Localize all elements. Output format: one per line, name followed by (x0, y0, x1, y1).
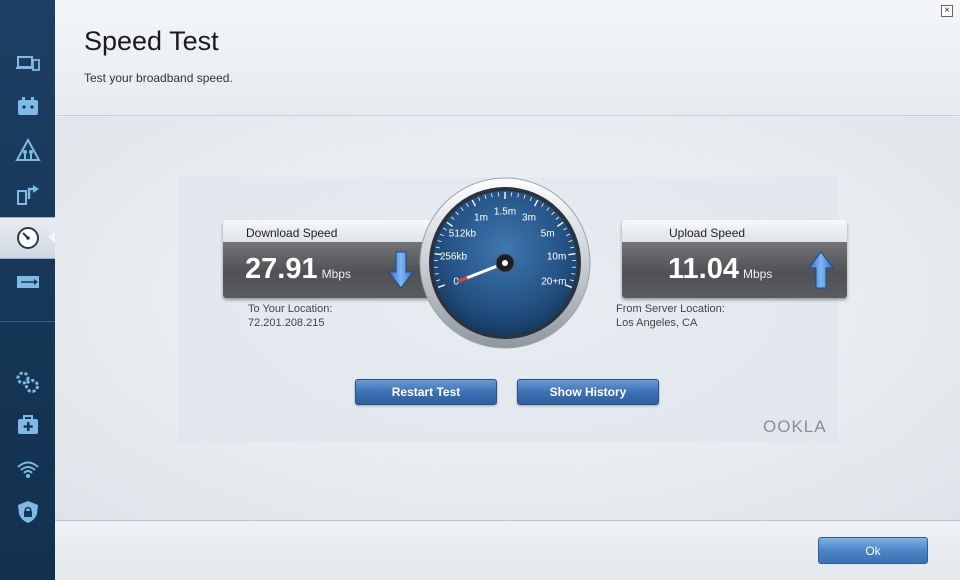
footer: Ok (55, 520, 960, 580)
upload-location: From Server Location: Los Angeles, CA (616, 303, 725, 329)
sidebar-item-wireless[interactable] (0, 448, 55, 490)
sidebar (0, 0, 56, 580)
download-location: To Your Location: 72.201.208.215 (248, 303, 333, 329)
gauge-label: 3m (522, 212, 536, 223)
ok-button[interactable]: Ok (818, 537, 928, 564)
upload-speed-unit: Mbps (742, 267, 773, 281)
sidebar-item-usb-storage[interactable] (0, 261, 55, 303)
gauge-label: 512kb (449, 229, 477, 240)
troubleshooting-kit-icon (17, 415, 38, 434)
sidebar-item-connectivity[interactable] (0, 361, 55, 403)
gauge-label: 5m (541, 229, 555, 240)
upload-speed-label: Upload Speed (622, 220, 847, 242)
restart-test-button[interactable]: Restart Test (355, 379, 497, 405)
sidebar-item-parental[interactable] (0, 129, 55, 171)
gauge-hub-center (502, 260, 508, 266)
sidebar-item-media-priority[interactable] (0, 173, 55, 215)
alert-triangle-icon (14, 137, 41, 161)
gauge-label: 1.5m (494, 207, 516, 218)
ookla-logo: OOKLA (763, 417, 827, 436)
media-prioritization-icon (16, 185, 39, 205)
download-speed-label: Download Speed (223, 220, 448, 242)
speed-test-content: Download Speed 27.91 Mbps To Your Locatio… (55, 117, 960, 520)
close-button[interactable]: × (941, 5, 953, 17)
devices-icon (15, 56, 40, 71)
gauge-label: 10m (547, 252, 566, 263)
sidebar-item-devices[interactable] (0, 42, 55, 84)
download-speed-value: 27.91 Mbps (245, 253, 351, 285)
gauge-label: 20+m (541, 276, 566, 287)
header: Speed Test Test your broadband speed. × (55, 0, 960, 116)
sidebar-item-speed-test[interactable] (0, 217, 55, 259)
sidebar-item-troubleshooting[interactable] (0, 404, 55, 446)
page-subtitle: Test your broadband speed. (84, 71, 233, 85)
usb-storage-icon (16, 276, 39, 288)
show-history-button[interactable]: Show History (517, 379, 659, 405)
router-settings-icon (17, 97, 38, 115)
sidebar-item-router[interactable] (0, 85, 55, 127)
gears-icon (16, 371, 39, 393)
speedometer-icon (16, 227, 39, 249)
gauge-label: 1m (474, 212, 488, 223)
upload-arrow-icon (808, 251, 834, 289)
gauge-label: 256kb (440, 252, 468, 263)
upload-speed-box: Upload Speed 11.04 Mbps (622, 220, 847, 298)
close-icon: × (944, 5, 950, 16)
wifi-settings-icon (16, 461, 39, 478)
security-shield-icon (17, 501, 38, 523)
upload-speed-value: 11.04 Mbps (668, 253, 773, 285)
page-title: Speed Test (84, 26, 219, 56)
speed-gauge: 0256kb512kb1m1.5m3m5m10m20+m (419, 177, 591, 349)
download-arrow-icon (388, 251, 414, 289)
gauge-tick (568, 253, 576, 256)
download-speed-box: Download Speed 27.91 Mbps (223, 220, 448, 298)
download-speed-unit: Mbps (321, 267, 351, 281)
sidebar-item-security[interactable] (0, 491, 55, 533)
